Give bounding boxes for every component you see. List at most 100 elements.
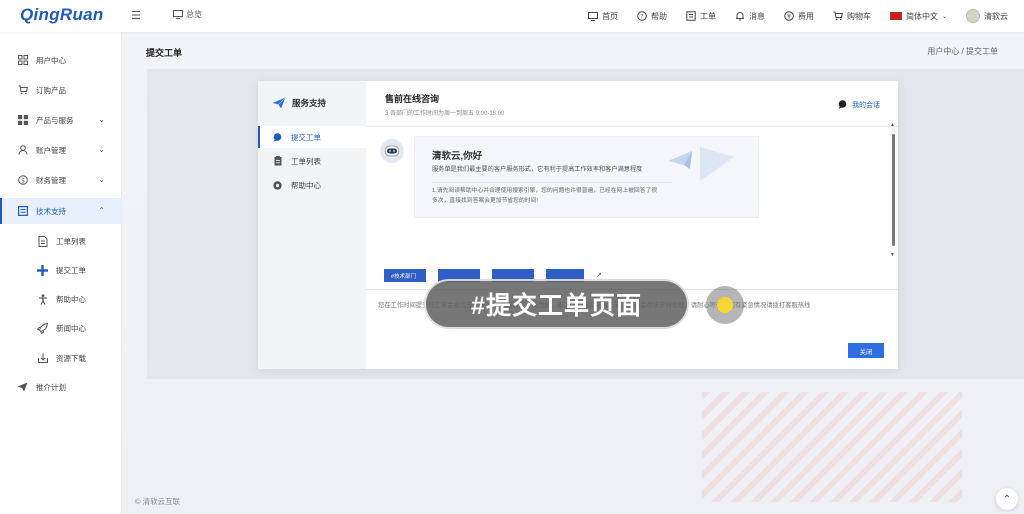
my-session-link[interactable]: 我的会话 [837,99,880,110]
document-icon [37,235,48,247]
nav-messages-label: 消息 [748,11,765,21]
clipboard-icon [272,156,283,167]
chevron-up-icon: ⌃ [98,206,105,215]
nav-billing[interactable]: ¥ 费用 [784,11,814,22]
chat-scrollbar[interactable]: ▲ ▼ [890,122,896,258]
chat-icon [272,132,283,143]
sidebar-item-order-products[interactable]: 订购产品 [0,77,122,103]
dialog-menu-help-center[interactable]: 帮助中心 [258,174,366,196]
cart-icon [17,85,28,96]
message-divider [432,182,672,183]
close-button[interactable]: 关闭 [848,343,884,358]
chevron-down-icon: ⌄ [98,115,105,124]
dialog-menu-ticket-list[interactable]: 工单列表 [258,150,366,172]
nav-ticket-label: 工单 [699,11,716,21]
nav-help[interactable]: ? 帮助 [637,11,667,22]
dialog-menu-label: 提交工单 [291,132,321,142]
dollar-icon: $ [17,175,28,186]
overview-link[interactable]: 总览 [172,9,202,20]
welcome-title: 清软云,你好 [432,151,483,162]
page-title: 提交工单 [146,48,183,58]
help-circle-icon [272,180,283,191]
chevron-down-icon: ⌄ [98,145,105,154]
scroll-top-button[interactable]: ⌃ [996,488,1018,510]
support-icon [17,206,28,217]
sidebar-item-label: 提交工单 [56,265,86,275]
bot-avatar [380,139,404,163]
sidebar-item-finance[interactable]: $ 财务管理 ⌄ [0,167,122,193]
svg-text:?: ? [640,13,643,20]
sidebar-item-label: 新闻中心 [56,323,86,333]
sidebar-item-referral-plan[interactable]: 推介计划 [0,374,122,400]
chat-subtitle: 3 各部门的工作时间为周一到周五 9:00-18:00 [385,111,505,117]
scroll-thumb[interactable] [892,134,895,246]
avatar [966,9,980,23]
language-select[interactable]: 简体中文 ⌄ [889,11,947,22]
service-title: 服务支持 [292,98,327,108]
sidebar-item-ticket-list[interactable]: 工单列表 [0,228,122,254]
header-divider [366,126,898,127]
nav-cart[interactable]: 购物车 [833,11,871,22]
sidebar-item-label: 账户管理 [36,145,66,155]
paper-plane-illustration-icon [668,147,734,181]
cart-icon [833,11,843,21]
sidebar-item-account[interactable]: 账户管理 ⌄ [0,137,122,163]
dialog-sidebar: 服务支持 提交工单 工单列表 帮助中心 [258,81,366,369]
nav-cart-label: 购物车 [846,11,871,21]
grid-icon [17,55,28,66]
welcome-description: 服务单是我们最主要的客户服务形式，它有利于提高工作效率和客户满意程度 [432,166,643,173]
sidebar-item-products-services[interactable]: 产品与服务 ⌄ [0,107,122,133]
welcome-note: 1.请先阅读帮助中心并合理使用搜索引擎，您的问题也许很普遍，已经在网上被回答了很… [432,188,658,204]
top-nav: 首页 ? 帮助 工单 消息 ¥ 费用 购物车 简体中文 ⌄ 清软云 [587,0,1008,32]
person-icon [37,293,48,305]
sidebar-item-resource-download[interactable]: 资源下载 [0,345,122,371]
sidebar-item-label: 财务管理 [36,175,66,185]
welcome-message: 清软云,你好 服务单是我们最主要的客户服务形式，它有利于提高工作效率和客户满意程… [414,136,759,218]
chevron-down-icon: ⌄ [941,13,947,20]
cursor-dot [717,297,733,313]
video-caption: #提交工单页面 [424,279,689,329]
nav-home[interactable]: 首页 [587,11,618,22]
my-session-label: 我的会话 [852,101,880,109]
user-menu[interactable]: 清软云 [966,9,1008,23]
chevron-down-icon: ⌄ [98,175,105,184]
robot-icon [384,145,400,157]
svg-text:¥: ¥ [787,13,791,20]
yen-icon: ¥ [784,11,794,21]
apps-icon [17,115,28,126]
scroll-down-icon[interactable]: ▼ [890,252,895,258]
china-flag-icon [889,12,902,20]
top-bar: QingRuan ☰ 总览 首页 ? 帮助 工单 消息 ¥ 费用 购物车 简体中… [0,0,1024,32]
plus-icon [37,264,48,276]
nav-help-label: 帮助 [650,11,667,21]
send-icon [17,382,28,393]
sidebar-item-tech-support[interactable]: 技术支持 ⌃ [0,198,122,224]
footer-copyright: © 清软云互联 [135,497,181,506]
nav-home-label: 首页 [601,11,618,21]
nav-ticket[interactable]: 工单 [686,11,716,22]
sidebar-item-label: 帮助中心 [56,294,86,304]
breadcrumb[interactable]: 用户中心 / 提交工单 [927,46,998,57]
quick-reply-tech-dept[interactable]: #技术部门 [384,269,426,282]
chevron-up-icon: ⌃ [1002,493,1012,505]
chat-bubble-icon [837,99,848,110]
download-icon [37,353,48,364]
sidebar-item-submit-ticket[interactable]: 提交工单 [0,257,122,283]
sidebar-item-news-center[interactable]: 新闻中心 [0,315,122,341]
ticket-icon [686,11,696,21]
menu-toggle-icon[interactable]: ☰ [131,9,141,22]
logo[interactable]: QingRuan [20,5,104,25]
sidebar-item-label: 资源下载 [56,353,86,363]
monitor-icon [172,9,183,20]
user-name: 清软云 [984,11,1008,21]
help-icon: ? [637,11,647,21]
dialog-menu-submit-ticket[interactable]: 提交工单 [258,126,366,148]
overview-label: 总览 [186,10,202,19]
bell-icon [735,11,745,21]
sidebar-item-help-center[interactable]: 帮助中心 [0,286,122,312]
nav-messages[interactable]: 消息 [735,11,765,22]
sidebar-item-user-center[interactable]: 用户中心 [0,47,122,73]
sidebar-item-label: 用户中心 [36,55,66,65]
monitor-icon [587,11,598,21]
dialog-menu-label: 帮助中心 [291,180,321,190]
